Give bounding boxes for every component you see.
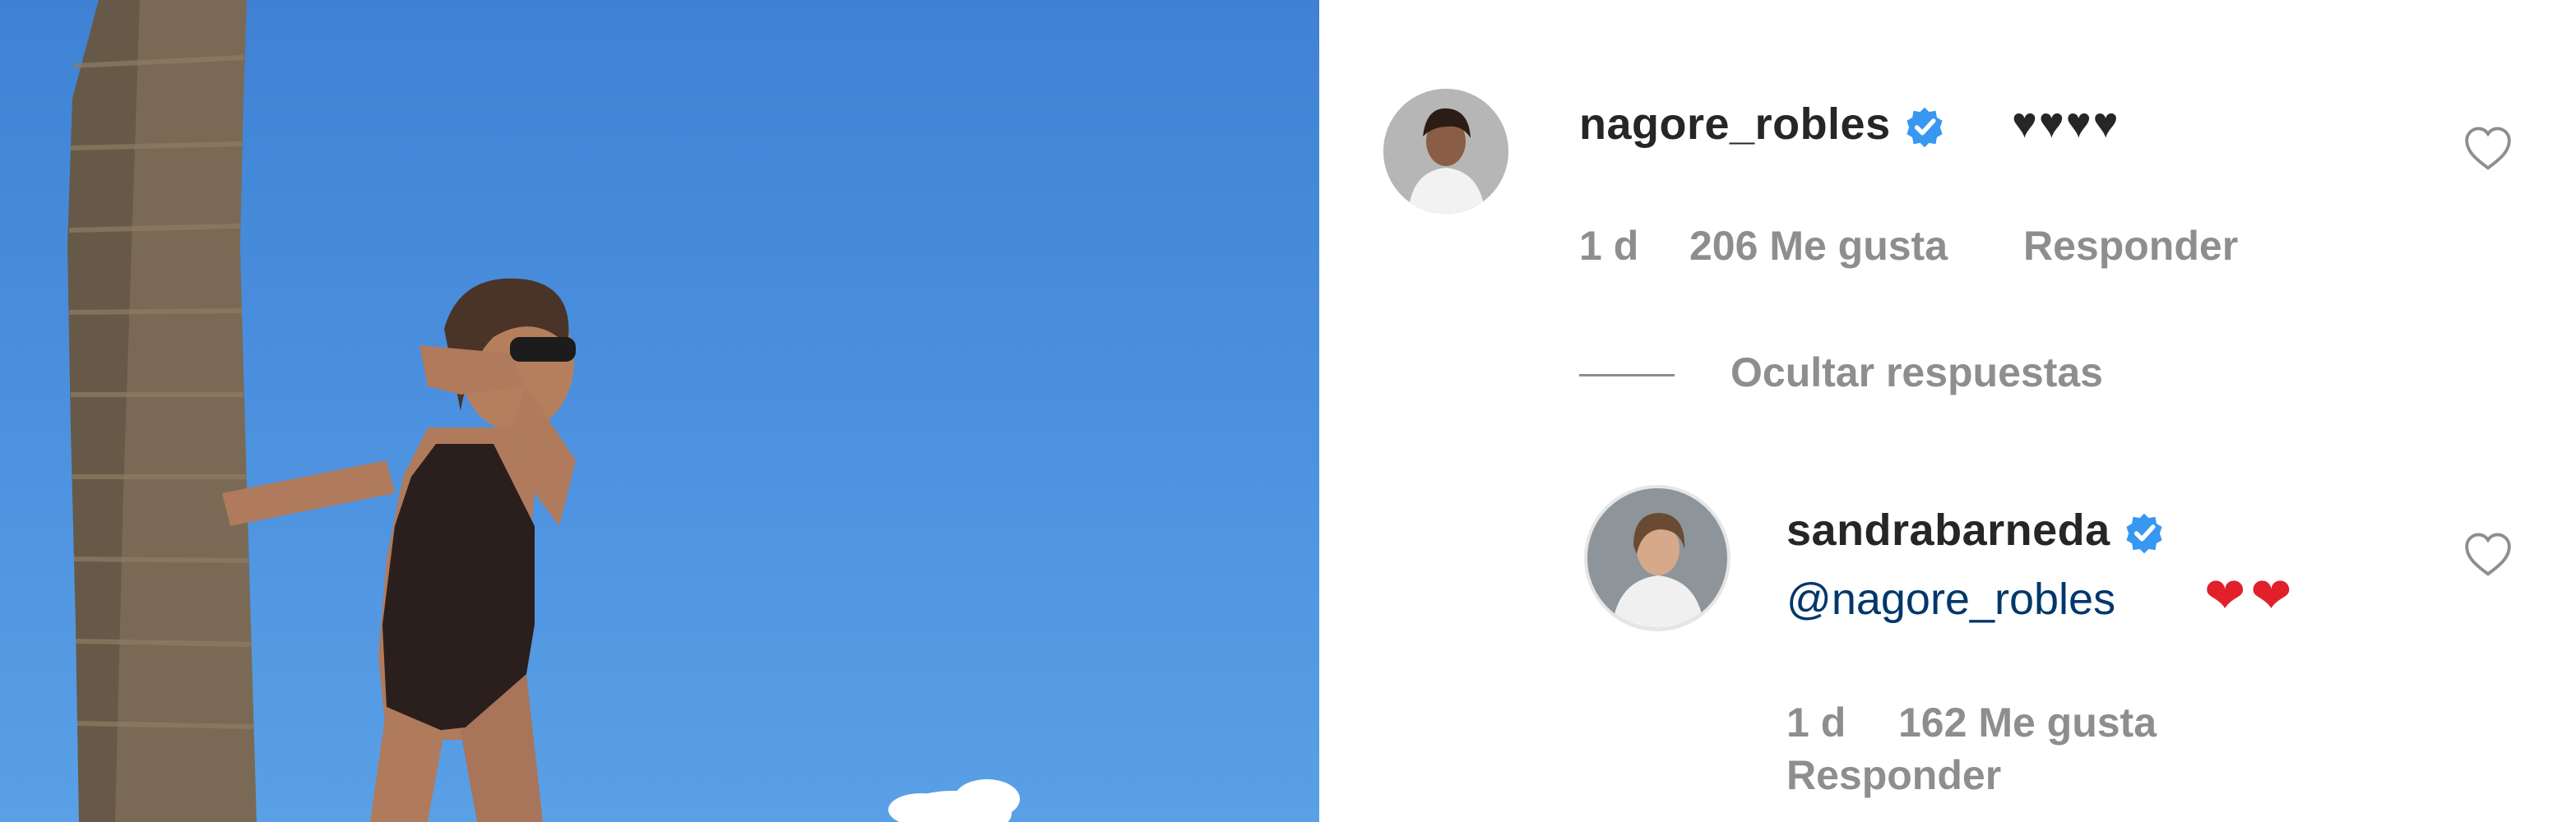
replies-divider [1579, 374, 1675, 376]
post-photo-image [67, 0, 1020, 822]
reply-button[interactable]: Responder [1786, 751, 2001, 799]
verified-badge-icon [1907, 107, 1943, 148]
avatar-image [1587, 488, 1727, 628]
comment-timestamp[interactable]: 1 d [1579, 222, 1638, 270]
comment-text: ♥♥♥♥ [2012, 99, 2120, 147]
heart-outline-icon[interactable] [2462, 123, 2513, 174]
avatar-image [1383, 89, 1508, 214]
post-photo[interactable] [0, 0, 1319, 822]
reply-hearts: ❤❤ [2204, 568, 2297, 623]
username-text[interactable]: sandrabarneda [1786, 506, 2110, 555]
reply-timestamp[interactable]: 1 d [1786, 699, 1846, 746]
hide-replies-button[interactable]: Ocultar respuestas [1730, 349, 2103, 396]
avatar[interactable] [1584, 485, 1730, 631]
verified-badge-icon [2126, 513, 2162, 554]
reply-button[interactable]: Responder [2023, 222, 2238, 270]
mention-link[interactable]: @nagore_robles [1786, 574, 2115, 625]
comment-username[interactable]: nagore_robles [1579, 99, 1947, 150]
avatar[interactable] [1383, 89, 1508, 214]
heart-outline-icon[interactable] [2462, 529, 2513, 580]
comment-likes-count[interactable]: 206 Me gusta [1689, 222, 1948, 270]
username-text[interactable]: nagore_robles [1579, 99, 1891, 149]
reply-likes-count[interactable]: 162 Me gusta [1898, 699, 2157, 746]
comments-panel: nagore_robles ♥♥♥♥ 1 d 206 Me gusta Resp… [1319, 0, 2576, 822]
reply-username[interactable]: sandrabarneda [1786, 505, 2166, 556]
